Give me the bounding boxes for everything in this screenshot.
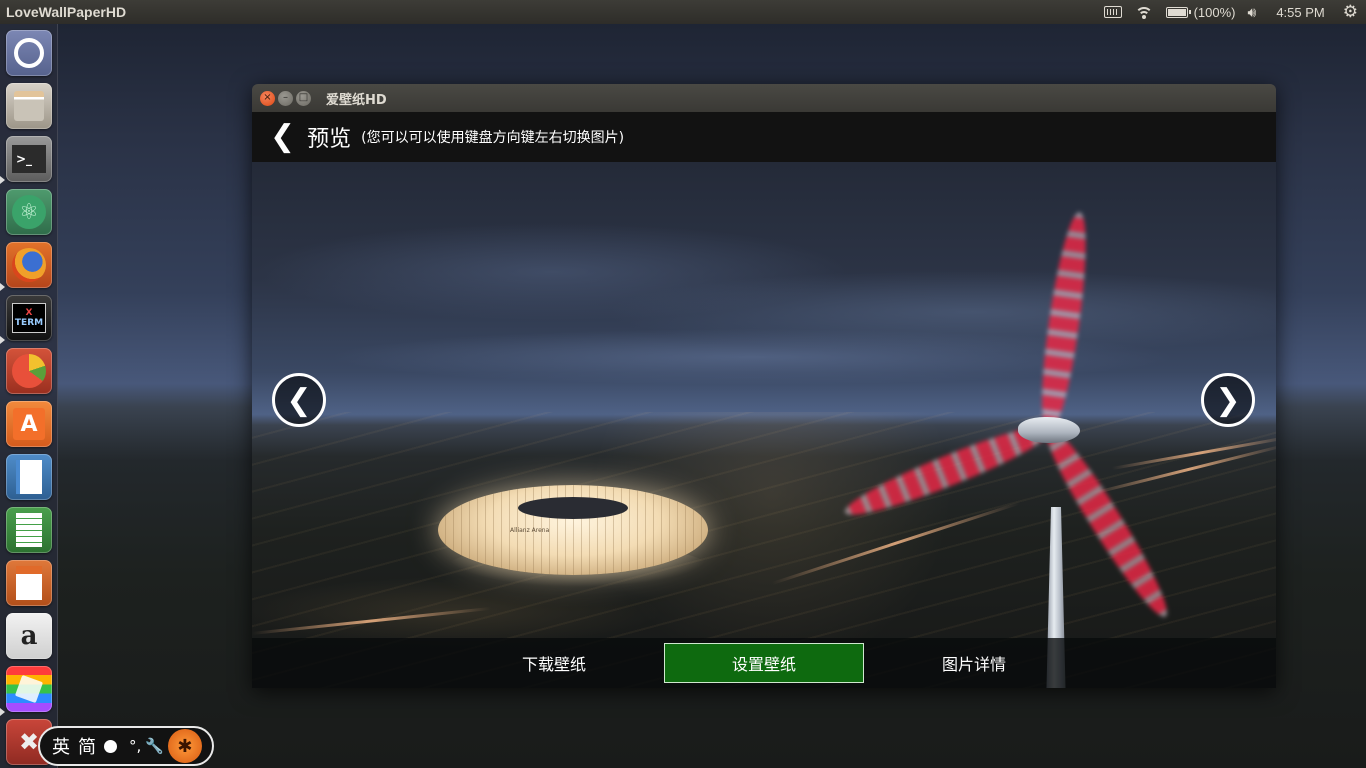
xterm-icon: X TERM [12,303,46,333]
image-details-button[interactable]: 图片详情 [874,643,1074,683]
ime-width-toggle[interactable] [104,739,117,753]
amazon-icon: a [20,621,38,651]
color-stripes-icon [14,674,44,704]
spreadsheet-icon [16,513,42,547]
launcher-xterm[interactable]: X TERM [6,295,52,341]
launcher-amazon[interactable]: a [6,613,52,659]
ime-toolbar: 英 简 °, 🔧 ✱ [38,726,214,766]
active-app-title: LoveWallPaperHD [6,4,127,20]
ime-language-toggle[interactable]: 英 [52,733,70,759]
gear-icon[interactable]: ⚙ [1331,0,1366,24]
wifi-icon [1134,5,1154,19]
clock-text: 4:55 PM [1276,4,1325,20]
network-indicator[interactable] [1128,0,1160,24]
file-cabinet-icon [14,91,44,121]
launcher-calc[interactable] [6,507,52,553]
indicator-area: (100%) 🔊︎ 4:55 PM ⚙ [1098,0,1366,24]
running-indicator [0,708,5,716]
launcher-atom[interactable]: ⚛ [6,189,52,235]
wallpaper-preview: Allianz Arena ❮ ❯ 下载壁纸 设置壁纸 图片详情 [252,162,1276,688]
running-indicator [0,336,5,344]
wrench-icon[interactable]: 🔧 [145,737,164,755]
sky-clouds [252,162,1276,392]
launcher-software-center[interactable]: A [6,401,52,447]
firefox-icon [12,248,46,282]
stadium-sign: Allianz Arena [510,527,550,534]
ime-charset-toggle[interactable]: 简 [78,733,96,759]
ime-logo-icon[interactable]: ✱ [167,729,202,763]
action-bar: 下载壁纸 设置壁纸 图片详情 [252,638,1276,688]
tools-icon: ✖ [18,728,40,756]
running-indicator [0,176,5,184]
clock-indicator[interactable]: 4:55 PM [1262,0,1330,24]
battery-icon [1165,6,1191,18]
volume-icon: 🔊︎ [1247,3,1257,20]
wind-turbine-hub [1018,417,1080,443]
presentation-icon [16,566,42,600]
launcher-disk-usage[interactable] [6,348,52,394]
launcher-impress[interactable] [6,560,52,606]
keyboard-hint: (您可以可以使用键盘方向键左右切换图片) [361,130,625,146]
launcher-wallpaper-app[interactable] [6,666,52,712]
set-wallpaper-button[interactable]: 设置壁纸 [664,643,864,683]
stadium: Allianz Arena [438,485,708,587]
maximize-window-button[interactable]: □ [296,90,311,106]
window-title: 爱壁纸HD [326,92,387,108]
close-window-button[interactable]: × [260,90,275,106]
pie-chart-icon [12,354,46,388]
shopping-bag-icon: A [13,408,45,440]
launcher-writer[interactable] [6,454,52,500]
previous-image-button[interactable]: ❮ [272,373,326,427]
battery-indicator[interactable]: (100%) [1160,0,1242,24]
page-title: 预览 [307,127,352,152]
launcher-firefox[interactable] [6,242,52,288]
battery-percent: (100%) [1193,4,1236,20]
launcher: >_ ⚛ X TERM A a ✖ [0,24,58,768]
document-icon [16,460,42,494]
back-button[interactable]: ❮ [270,122,295,152]
top-panel: LoveWallPaperHD (100%) 🔊︎ 4:55 PM ⚙ [0,0,1366,24]
ubuntu-logo-icon [14,38,44,68]
window-titlebar[interactable]: × – □ 爱壁纸HD [252,84,1276,112]
download-wallpaper-button[interactable]: 下载壁纸 [454,643,654,683]
launcher-ubuntu-dash[interactable] [6,30,52,76]
keyboard-icon [1103,6,1122,18]
keyboard-indicator[interactable] [1098,0,1128,24]
preview-header: ❮ 预览 (您可以可以使用键盘方向键左右切换图片) [252,112,1276,162]
next-image-button[interactable]: ❯ [1201,373,1255,427]
launcher-terminal[interactable]: >_ [6,136,52,182]
minimize-window-button[interactable]: – [278,90,293,106]
running-indicator [0,283,5,291]
launcher-files[interactable] [6,83,52,129]
terminal-icon: >_ [12,145,46,173]
app-window: × – □ 爱壁纸HD ❮ 预览 (您可以可以使用键盘方向键左右切换图片) Al… [252,84,1276,688]
atom-icon: ⚛ [12,195,46,229]
sound-indicator[interactable]: 🔊︎ [1242,0,1263,24]
ime-punctuation-toggle[interactable]: °, [129,737,141,755]
